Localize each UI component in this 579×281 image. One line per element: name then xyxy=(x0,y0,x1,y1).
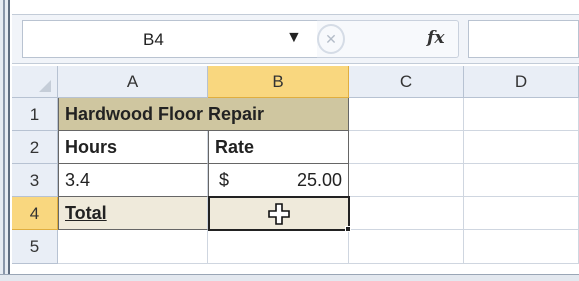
select-all-triangle-icon xyxy=(39,80,51,92)
column-header-b[interactable]: B xyxy=(208,66,349,98)
cell-b3[interactable]: $ 25.00 xyxy=(208,164,349,197)
row-header-1[interactable]: 1 xyxy=(12,98,58,131)
formula-input[interactable] xyxy=(468,20,579,58)
plus-cursor-icon xyxy=(268,203,290,225)
cell-b2[interactable]: Rate xyxy=(208,131,349,164)
cell-a3[interactable]: 3.4 xyxy=(58,164,208,197)
cell-c5[interactable] xyxy=(349,230,464,264)
cell-d4[interactable] xyxy=(464,197,579,230)
frame-stripe xyxy=(3,0,5,281)
cell-d5[interactable] xyxy=(464,230,579,264)
currency-symbol: $ xyxy=(219,170,230,190)
formula-bar: B4 ▼ ✕ fx xyxy=(12,14,579,64)
cell-c2[interactable] xyxy=(349,131,464,164)
name-box-dropdown-icon[interactable]: ▼ xyxy=(286,29,302,47)
insert-function-icon[interactable]: fx xyxy=(427,28,444,48)
cell-b5[interactable] xyxy=(208,230,349,264)
formula-buttons: ✕ fx xyxy=(317,20,459,58)
cell-a5[interactable] xyxy=(58,230,208,264)
column-header-d[interactable]: D xyxy=(464,66,579,98)
name-box[interactable]: B4 ▼ xyxy=(22,20,322,58)
window-frame-left xyxy=(0,0,10,281)
column-header-a[interactable]: A xyxy=(58,66,208,98)
row-header-4[interactable]: 4 xyxy=(12,197,58,230)
fill-handle[interactable] xyxy=(345,226,351,232)
cell-c3[interactable] xyxy=(349,164,464,197)
row-header-3[interactable]: 3 xyxy=(12,164,58,197)
cell-a2[interactable]: Hours xyxy=(58,131,208,164)
cell-a1[interactable]: Hardwood Floor Repair xyxy=(58,98,349,131)
total-label: Total xyxy=(65,203,107,223)
cell-a4[interactable]: Total xyxy=(58,197,208,230)
row-header-2[interactable]: 2 xyxy=(12,131,58,164)
row-header-5[interactable]: 5 xyxy=(12,230,58,264)
cell-d2[interactable] xyxy=(464,131,579,164)
window-frame-bottom xyxy=(0,274,579,281)
select-all-button[interactable] xyxy=(12,66,58,98)
cell-c4[interactable] xyxy=(349,197,464,230)
cancel-icon[interactable]: ✕ xyxy=(317,24,345,54)
cell-d3[interactable] xyxy=(464,164,579,197)
name-box-value: B4 xyxy=(143,30,164,49)
column-header-c[interactable]: C xyxy=(349,66,464,98)
rate-value: 25.00 xyxy=(296,170,342,190)
cell-d1[interactable] xyxy=(464,98,579,131)
cell-c1[interactable] xyxy=(349,98,464,131)
